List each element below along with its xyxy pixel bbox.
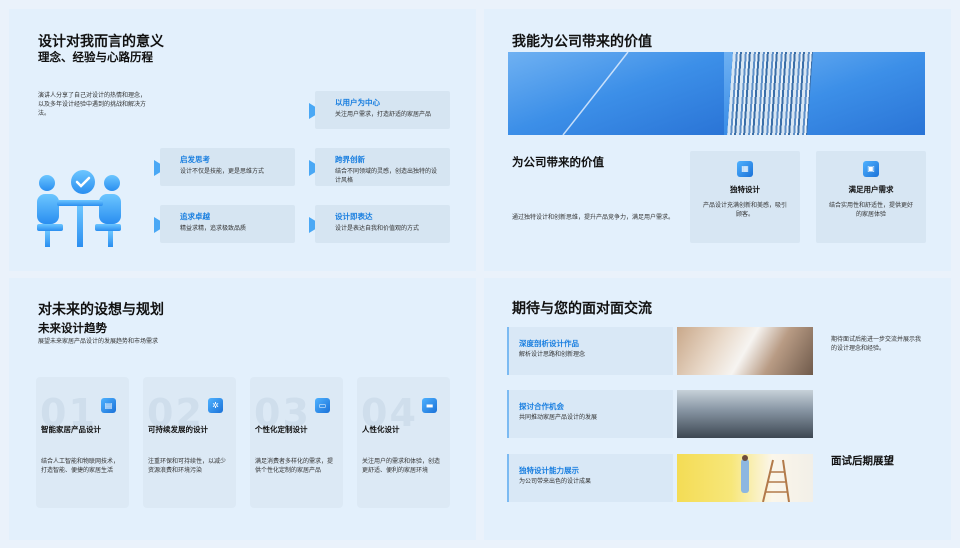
tower-graphic [727,52,813,135]
trend-card-custom: 03 ▭ 个性化定制设计 满足消费者多样化的需求，提供个性化定制的家居产品 [250,377,343,508]
slide2-section-desc: 通过独特设计和创新思维，提升产品竞争力，满足用户需求。 [512,214,675,221]
trend-desc: 关注用户的需求和体验，创造更舒适、便利的家居环境 [362,458,441,474]
card-desc: 设计是表达自我和价值观的方式 [335,225,420,232]
trend-title: 可持续发展的设计 [148,425,208,434]
slide3-title: 对未来的设想与规划 [38,302,164,318]
slide2-title: 我能为公司带来的价值 [512,34,652,50]
card-title: 设计即表达 [335,212,373,221]
item-title: 独特设计能力展示 [519,466,579,475]
slide-design-meaning: 设计对我而言的意义 理念、经验与心路历程 演讲人分享了自己对设计的热情和理念，以… [9,9,476,271]
item-desc: 为公司带来出色的设计成果 [519,478,592,485]
trend-card-smart-home: 01 ▤ 智能家居产品设计 结合人工智能和物联网技术，打造智能、便捷的家居生活 [36,377,129,508]
slide-face-to-face: 期待与您的面对面交流 深度剖析设计作品 解析设计思路和创新理念 探讨合作机会 共… [484,278,951,540]
item-card-analysis: 深度剖析设计作品 解析设计思路和创新理念 [507,327,673,375]
skyscraper-photo [677,390,813,438]
card-desc: 产品设计充满创新和美感，吸引顾客。 [702,202,787,218]
trend-desc: 注重环保和可持续性，以减少资源浪费和环境污染 [148,458,227,474]
trend-card-sustainable: 02 ✲ 可持续发展的设计 注重环保和可持续性，以减少资源浪费和环境污染 [143,377,236,508]
image-icon: ▤ [101,398,116,413]
ladder-graphic [741,455,790,502]
gear-icon: ✲ [208,398,223,413]
item-desc: 共同推动家居产品设计的发展 [519,414,598,421]
slide1-title: 设计对我而言的意义 [38,34,164,50]
contrail-graphic [562,52,629,135]
value-card-expression: 设计即表达 设计是表达自我和价值观的方式 [315,205,450,243]
value-card-excellence: 追求卓越 精益求精，追求极致品质 [160,205,295,243]
value-card-unique-design: ▦ 独特设计 产品设计充满创新和美感，吸引顾客。 [690,151,800,243]
slide3-desc: 展望未来家居产品设计的发展趋势和市场需求 [38,338,159,345]
chat-icon: ▬ [422,398,437,413]
building-photo [724,52,925,135]
car-icon: ▭ [315,398,330,413]
side-title: 面试后期展望 [831,455,894,467]
card-desc: 精益求精，追求极致品质 [180,225,247,232]
item-desc: 解析设计思路和创新理念 [519,351,586,358]
item-title: 深度剖析设计作品 [519,339,579,348]
user-needs-icon: ▣ [863,161,879,177]
item-card-cooperation: 探讨合作机会 共同推动家居产品设计的发展 [507,390,673,438]
painting-photo [677,454,813,502]
trend-title: 智能家居产品设计 [41,425,101,434]
card-desc: 关注用户需求，打造舒适的家居产品 [335,111,432,118]
trend-title: 个性化定制设计 [255,425,308,434]
architecture-photo [677,327,813,375]
card-title: 跨界创新 [335,155,365,164]
slide1-subtitle: 理念、经验与心路历程 [38,50,153,64]
card-desc: 结合实用性和舒适性，提供更好的家居体验 [828,202,913,218]
slide1-intro: 演讲人分享了自己对设计的热情和理念，以及多年设计经验中遇到的挑战和解决方法。 [38,92,147,117]
card-desc: 设计不仅是技能，更是思维方式 [180,168,265,175]
value-card-inspire: 启发思考 设计不仅是技能，更是思维方式 [160,148,295,186]
side-text: 期待面试后能进一步交流并展示我的设计理念和经验。 [831,336,922,352]
card-title: 启发思考 [180,155,210,164]
card-title: 满足用户需求 [848,185,894,194]
team-meeting-icon [37,170,121,247]
slide4-title: 期待与您的面对面交流 [512,301,652,317]
item-card-showcase: 独特设计能力展示 为公司带来出色的设计成果 [507,454,673,502]
slide-company-value: 我能为公司带来的价值 为公司带来的价值 通过独特设计和创新思维，提升产品竞争力，… [484,9,951,271]
slide-future-plan: 对未来的设想与规划 未来设计趋势 展望未来家居产品设计的发展趋势和市场需求 01… [9,278,476,540]
trend-title: 人性化设计 [362,425,400,434]
card-desc: 结合不同领域的灵感，创造出独特的设计风格 [335,168,438,184]
design-icon: ▦ [737,161,753,177]
trend-desc: 满足消费者多样化的需求，提供个性化定制的家居产品 [255,458,334,474]
value-card-crossover: 跨界创新 结合不同领域的灵感，创造出独特的设计风格 [315,148,450,186]
slide2-section-title: 为公司带来的价值 [512,155,604,169]
value-card-user-needs: ▣ 满足用户需求 结合实用性和舒适性，提供更好的家居体验 [816,151,926,243]
trend-desc: 结合人工智能和物联网技术，打造智能、便捷的家居生活 [41,458,120,474]
sky-photo [508,52,724,135]
card-title: 以用户为中心 [335,98,380,107]
item-title: 探讨合作机会 [519,402,564,411]
trend-card-human: 04 ▬ 人性化设计 关注用户的需求和体验，创造更舒适、便利的家居环境 [357,377,450,508]
slide3-subtitle: 未来设计趋势 [38,321,107,335]
card-title: 追求卓越 [180,212,210,221]
value-card-user-centered: 以用户为中心 关注用户需求，打造舒适的家居产品 [315,91,450,129]
card-title: 独特设计 [730,185,760,194]
